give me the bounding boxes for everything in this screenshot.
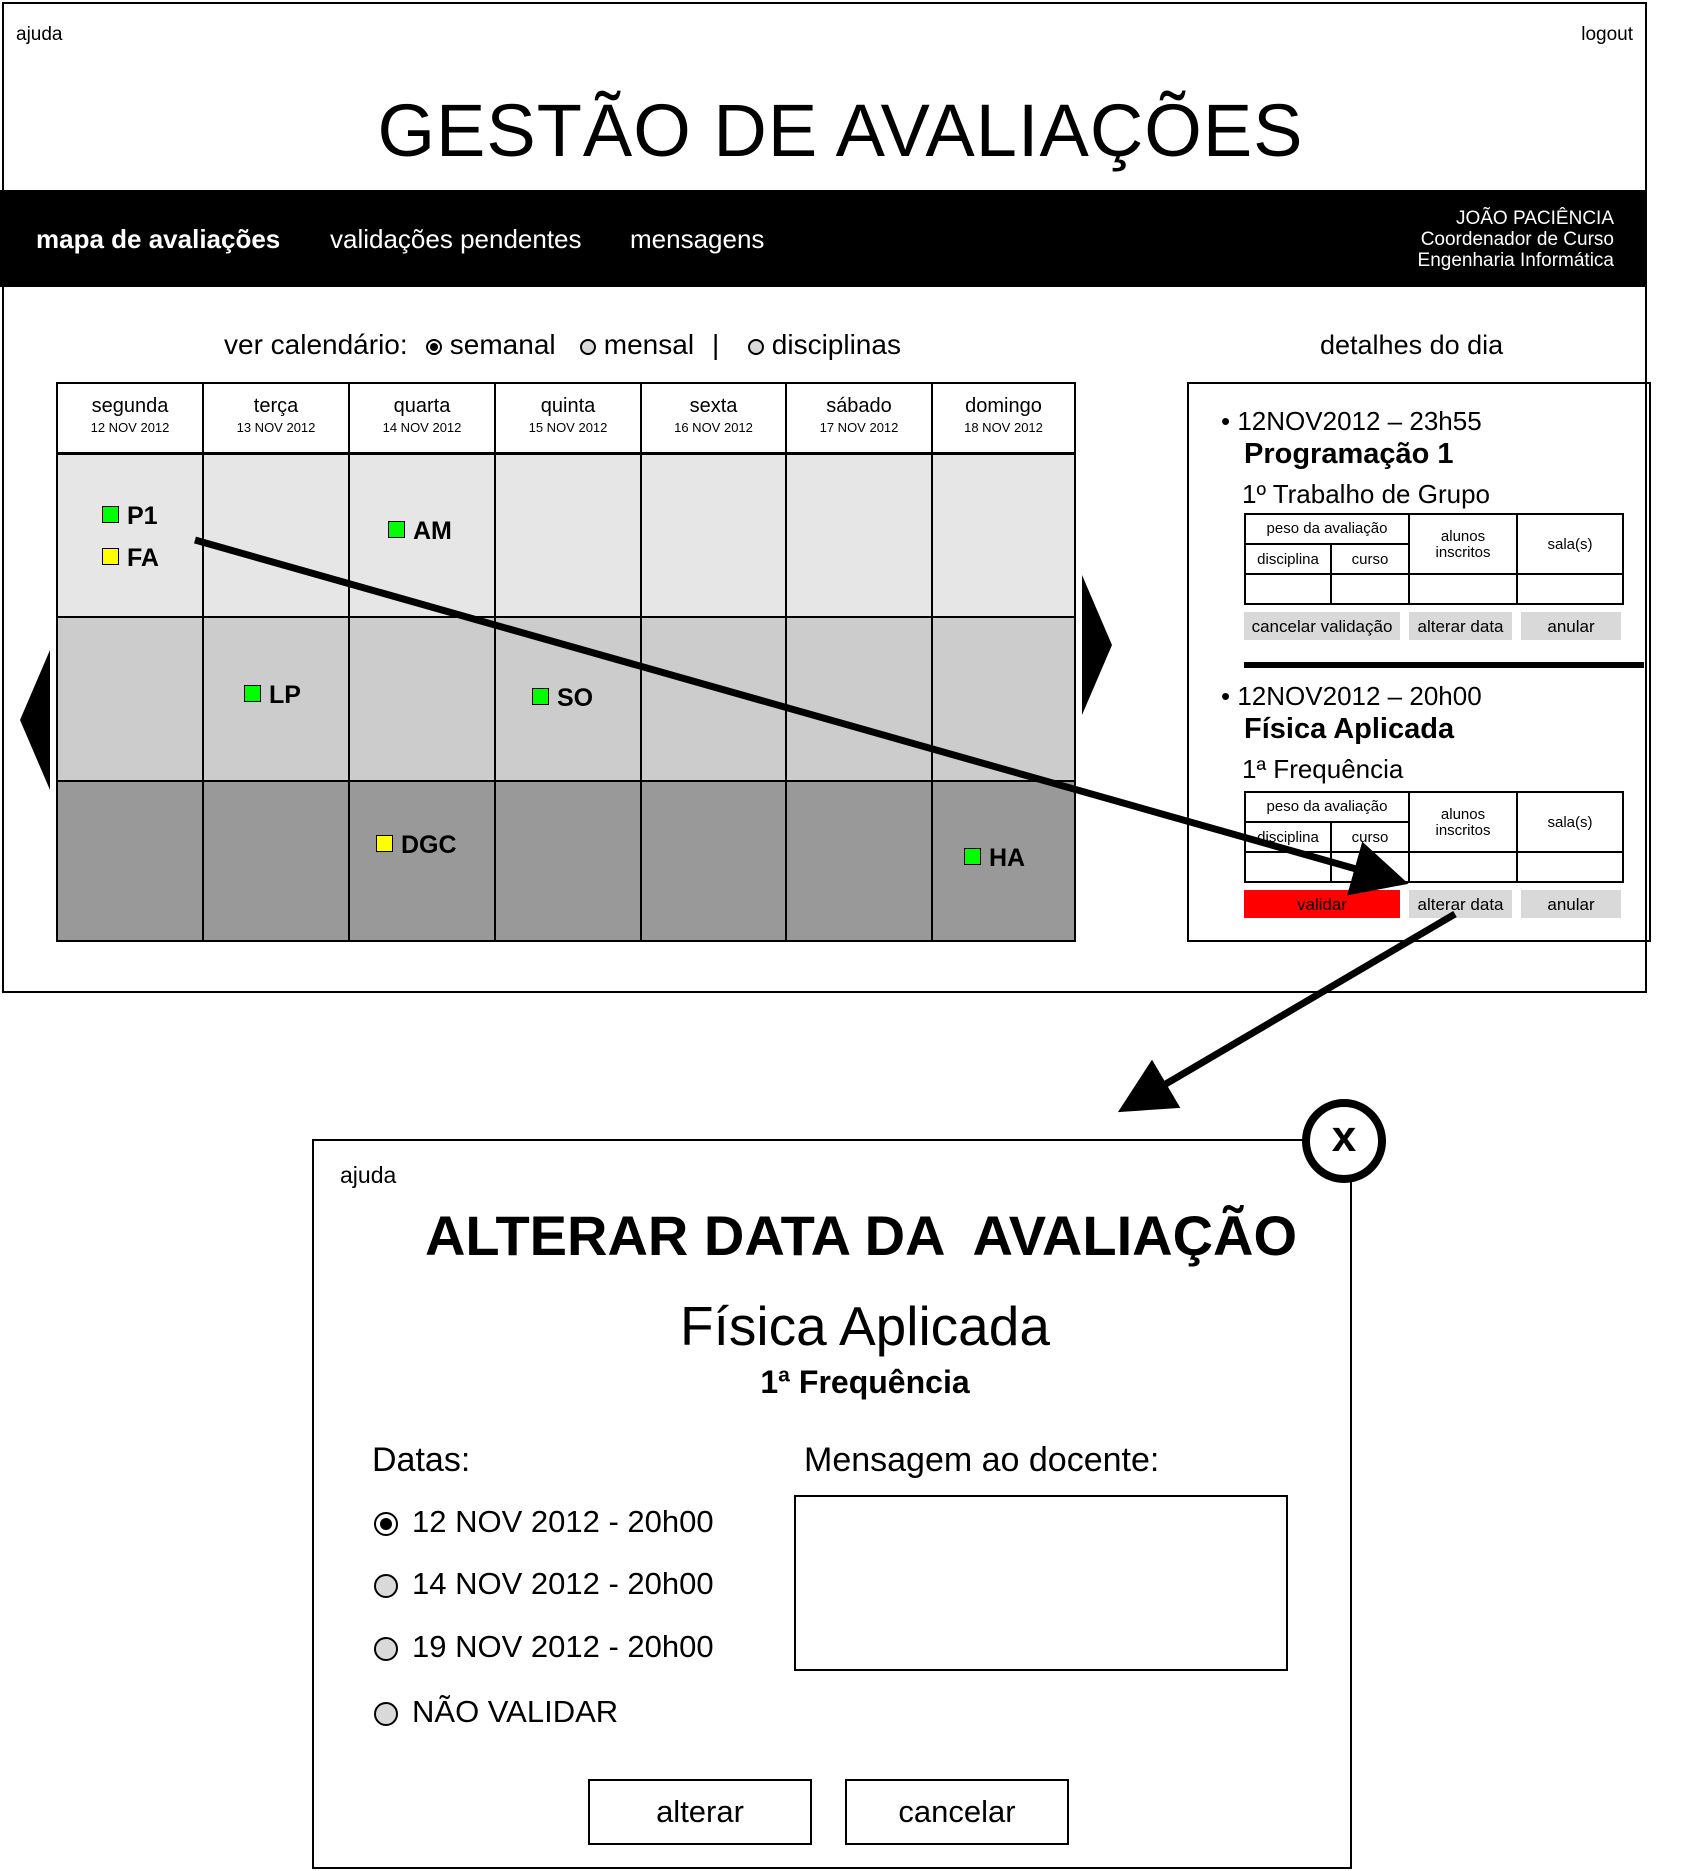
date-radio[interactable] (374, 1573, 398, 1598)
dialog-help-link[interactable]: ajuda (340, 1162, 396, 1189)
message-label: Mensagem ao docente: (804, 1441, 1160, 1479)
alter-button[interactable]: alterar (588, 1779, 812, 1845)
date-option-1[interactable]: 12 NOV 2012 - 20h00 (374, 1504, 714, 1540)
close-icon[interactable]: x (1302, 1099, 1386, 1183)
date-option-3[interactable]: 19 NOV 2012 - 20h00 (374, 1629, 714, 1665)
date-option-no-validate[interactable]: NÃO VALIDAR (374, 1694, 618, 1730)
dialog-title: ALTERAR DATA DA AVALIAÇÃO (424, 1204, 1298, 1267)
message-textarea[interactable] (794, 1495, 1288, 1671)
cancel-button[interactable]: cancelar (845, 1779, 1069, 1845)
change-date-dialog: ajuda ALTERAR DATA DA AVALIAÇÃO Física A… (312, 1139, 1352, 1869)
date-option-2[interactable]: 14 NOV 2012 - 20h00 (374, 1566, 714, 1602)
date-radio[interactable] (374, 1511, 398, 1536)
date-option-label: 12 NOV 2012 - 20h00 (412, 1504, 714, 1539)
date-option-label: 19 NOV 2012 - 20h00 (412, 1629, 714, 1664)
date-option-label: NÃO VALIDAR (412, 1694, 619, 1729)
dates-label: Datas: (372, 1441, 471, 1479)
date-option-label: 14 NOV 2012 - 20h00 (412, 1566, 714, 1601)
dialog-eval-type: 1ª Frequência (760, 1364, 970, 1400)
dialog-subject: Física Aplicada (680, 1295, 1050, 1357)
flow-arrow-to-dialog (1117, 910, 1457, 1113)
date-radio[interactable] (374, 1636, 398, 1661)
flow-arrow-to-details (194, 536, 1409, 896)
date-radio[interactable] (374, 1701, 398, 1726)
